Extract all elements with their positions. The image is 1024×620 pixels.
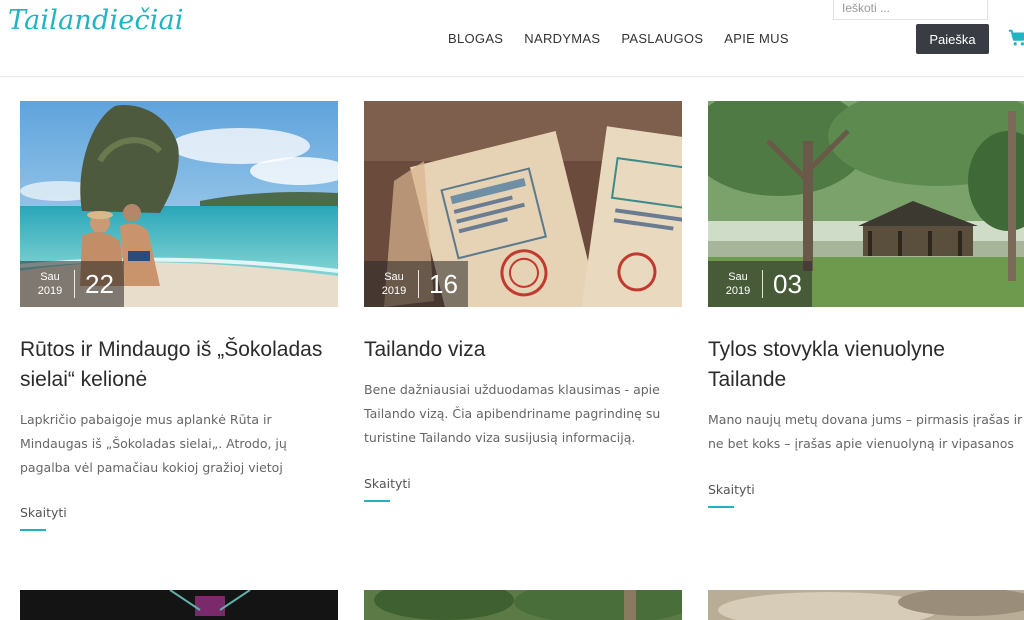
- post-card: Sau 2019 03 Tylos stovykla vienuolyne Ta…: [708, 101, 1024, 508]
- read-more-underline: [364, 500, 390, 502]
- search-button[interactable]: Paieška: [916, 24, 989, 54]
- post-card: Sau 2019 16 Tailando viza Bene dažniausi…: [364, 101, 682, 502]
- date-year: 2019: [37, 285, 63, 297]
- nav-item-apie-mus[interactable]: APIE MUS: [724, 31, 789, 46]
- read-more-link[interactable]: Skaityti: [708, 482, 755, 497]
- date-day: 22: [85, 268, 114, 299]
- date-month: Sau: [728, 271, 748, 283]
- cart-icon[interactable]: [1008, 29, 1024, 47]
- date-day: 16: [429, 268, 458, 299]
- site-logo[interactable]: Tailandiečiai: [8, 5, 184, 36]
- post-title[interactable]: Rūtos ir Mindaugo iš „Šokoladas sielai“ …: [20, 335, 338, 395]
- post-title[interactable]: Tylos stovykla vienuolyne Tailande: [708, 335, 1024, 395]
- post-image-visa[interactable]: Sau 2019 16: [364, 101, 682, 307]
- post-image-monastery[interactable]: Sau 2019 03: [708, 101, 1024, 307]
- date-month: Sau: [40, 271, 60, 283]
- post-title[interactable]: Tailando viza: [364, 335, 682, 365]
- post-excerpt: Lapkričio pabaigoje mus aplankė Rūta ir …: [20, 412, 287, 475]
- date-badge: Sau 2019 03: [708, 261, 812, 307]
- main-nav: BLOGAS NARDYMAS PASLAUGOS APIE MUS: [448, 31, 810, 46]
- site-header: Tailandiečiai BLOGAS NARDYMAS PASLAUGOS …: [0, 0, 1024, 77]
- post-excerpt: Mano naujų metų dovana jums – pirmasis į…: [708, 412, 1023, 451]
- date-month: Sau: [384, 271, 404, 283]
- post-excerpt: Bene dažniausiai užduodamas klausimas - …: [364, 382, 661, 445]
- nav-item-paslaugos[interactable]: PASLAUGOS: [621, 31, 703, 46]
- nav-item-blogas[interactable]: BLOGAS: [448, 31, 503, 46]
- search-input[interactable]: [833, 0, 988, 20]
- post-image-beach[interactable]: Sau 2019 22: [20, 101, 338, 307]
- read-more-link[interactable]: Skaityti: [20, 505, 67, 520]
- date-year: 2019: [381, 285, 407, 297]
- read-more-link[interactable]: Skaityti: [364, 476, 411, 491]
- post-card: Sau 2019 22 Rūtos ir Mindaugo iš „Šokola…: [20, 101, 338, 531]
- nav-item-nardymas[interactable]: NARDYMAS: [524, 31, 600, 46]
- date-divider: [74, 270, 75, 298]
- date-year: 2019: [725, 285, 751, 297]
- date-divider: [762, 270, 763, 298]
- read-more-underline: [708, 506, 734, 508]
- date-badge: Sau 2019 22: [20, 261, 124, 307]
- date-day: 03: [773, 268, 802, 299]
- date-divider: [418, 270, 419, 298]
- read-more-underline: [20, 529, 46, 531]
- date-badge: Sau 2019 16: [364, 261, 468, 307]
